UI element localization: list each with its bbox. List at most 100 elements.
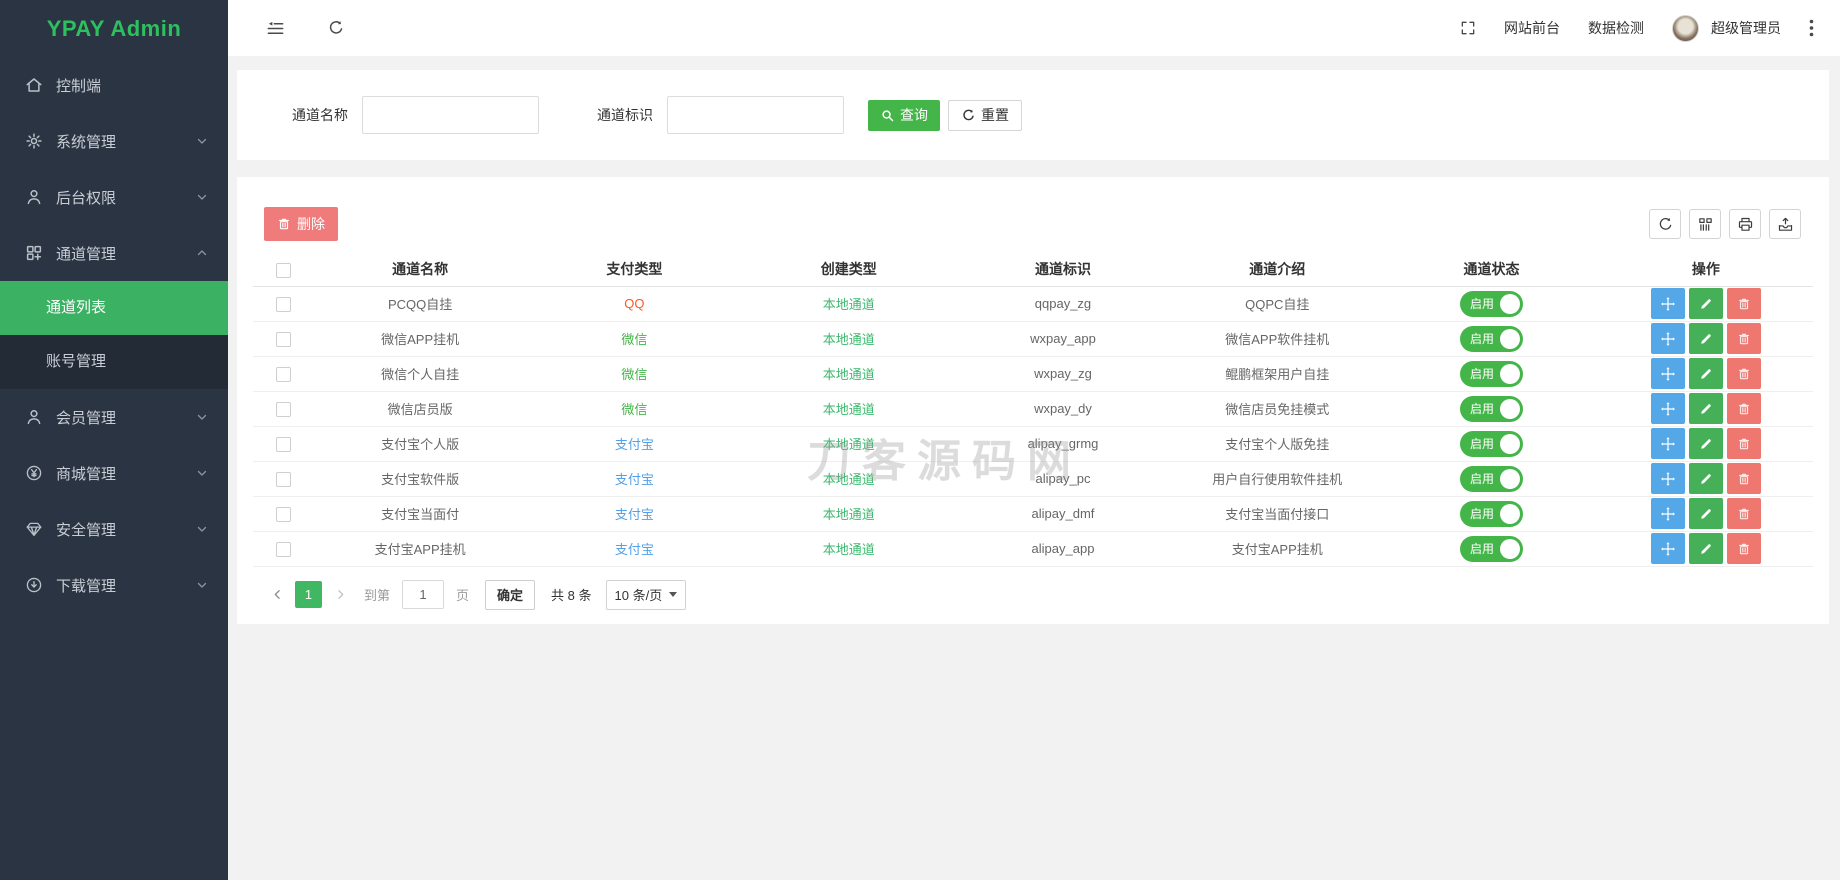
move-row-button[interactable]	[1650, 428, 1685, 459]
chevron-down-icon	[196, 523, 208, 535]
edit-row-button[interactable]	[1688, 288, 1723, 319]
move-row-button[interactable]	[1650, 323, 1685, 354]
edit-row-button[interactable]	[1688, 358, 1723, 389]
batch-delete-button[interactable]: 删除	[264, 207, 338, 241]
sidebar-item-system[interactable]: 系统管理	[0, 113, 228, 169]
move-icon	[1660, 471, 1676, 487]
edit-row-button[interactable]	[1688, 323, 1723, 354]
channel-code-cell: alipay_dmf	[955, 496, 1171, 532]
row-checkbox[interactable]	[275, 541, 291, 557]
more-menu-icon[interactable]	[1809, 19, 1814, 37]
sidebar-item-mall[interactable]: 商城管理	[0, 445, 228, 501]
sidebar-item-account-manage[interactable]: 账号管理	[0, 335, 228, 389]
trash-icon	[277, 217, 291, 231]
select-all-checkbox[interactable]	[275, 262, 291, 278]
table-columns-button[interactable]	[1689, 209, 1721, 239]
delete-row-button[interactable]	[1726, 358, 1761, 389]
reset-button[interactable]: 重置	[948, 99, 1022, 131]
pencil-icon	[1699, 367, 1713, 381]
table-toolbar: 删除	[253, 207, 1813, 241]
sidebar-item-label: 通道管理	[56, 245, 117, 263]
sidebar-item-download[interactable]: 下载管理	[0, 557, 228, 613]
table-refresh-button[interactable]	[1649, 209, 1681, 239]
total-count: 共 8 条	[551, 588, 592, 603]
move-row-button[interactable]	[1650, 463, 1685, 494]
status-toggle[interactable]: 启用	[1460, 360, 1524, 387]
goto-confirm-button[interactable]: 确定	[485, 579, 536, 610]
sidebar: YPAY Admin 控制端 系统管理 后台权限 通道管理 通道列表 账号管理 会员管理 商城…	[0, 0, 228, 880]
row-checkbox[interactable]	[275, 471, 291, 487]
sidebar-item-members[interactable]: 会员管理	[0, 389, 228, 445]
table-export-button[interactable]	[1769, 209, 1801, 239]
refresh-page-icon[interactable]	[327, 19, 345, 37]
row-checkbox[interactable]	[275, 436, 291, 452]
status-toggle[interactable]: 启用	[1460, 500, 1524, 527]
sidebar-item-admin-auth[interactable]: 后台权限	[0, 169, 228, 225]
row-checkbox[interactable]	[275, 296, 291, 312]
user-menu[interactable]: 超级管理员	[1672, 14, 1781, 42]
channel-code-cell: wxpay_zg	[955, 356, 1171, 392]
collapse-menu-icon[interactable]	[266, 19, 285, 38]
gear-icon	[24, 132, 43, 151]
topbar: 网站前台 数据检测 超级管理员	[228, 0, 1840, 56]
row-checkbox[interactable]	[275, 331, 291, 347]
delete-row-button[interactable]	[1726, 533, 1761, 564]
channel-desc-cell: 支付宝当面付接口	[1170, 496, 1385, 532]
row-checkbox[interactable]	[275, 506, 291, 522]
reset-icon	[961, 108, 976, 123]
prev-page-icon[interactable]	[267, 581, 287, 609]
edit-row-button[interactable]	[1688, 463, 1723, 494]
trash-icon	[1737, 472, 1751, 486]
column-header: 支付类型	[527, 253, 742, 287]
delete-row-button[interactable]	[1726, 323, 1761, 354]
pencil-icon	[1699, 507, 1713, 521]
row-checkbox[interactable]	[275, 366, 291, 382]
sidebar-item-security[interactable]: 安全管理	[0, 501, 228, 557]
move-row-button[interactable]	[1650, 533, 1685, 564]
channel-name-input[interactable]	[362, 96, 539, 134]
table-print-button[interactable]	[1729, 209, 1761, 239]
edit-row-button[interactable]	[1688, 533, 1723, 564]
fullscreen-icon[interactable]	[1460, 20, 1476, 36]
move-row-button[interactable]	[1650, 498, 1685, 529]
data-monitor-link[interactable]: 数据检测	[1588, 18, 1644, 38]
status-toggle[interactable]: 启用	[1460, 535, 1524, 562]
edit-row-button[interactable]	[1688, 498, 1723, 529]
status-toggle[interactable]: 启用	[1460, 430, 1524, 457]
goto-page-input[interactable]	[402, 580, 445, 609]
create-type-cell: 本地通道	[741, 461, 956, 497]
table-row: 支付宝当面付 支付宝 本地通道 alipay_dmf 支付宝当面付接口 启用	[253, 496, 1813, 532]
create-type-cell: 本地通道	[741, 391, 956, 427]
page-size-select[interactable]: 10 条/页	[605, 579, 687, 610]
site-front-link[interactable]: 网站前台	[1504, 18, 1560, 38]
delete-row-button[interactable]	[1726, 428, 1761, 459]
delete-row-button[interactable]	[1726, 463, 1761, 494]
row-checkbox[interactable]	[275, 401, 291, 417]
sidebar-item-channel-list[interactable]: 通道列表	[0, 281, 228, 335]
sidebar-item-label: 控制端	[56, 77, 102, 95]
edit-row-button[interactable]	[1688, 393, 1723, 424]
delete-row-button[interactable]	[1726, 288, 1761, 319]
next-page-icon[interactable]	[330, 581, 350, 609]
channel-desc-cell: 用户自行使用软件挂机	[1170, 461, 1385, 497]
channel-name-label: 通道名称	[292, 107, 348, 123]
sidebar-item-channel[interactable]: 通道管理	[0, 225, 228, 281]
sidebar-item-dashboard[interactable]: 控制端	[0, 57, 228, 113]
status-toggle[interactable]: 启用	[1460, 395, 1524, 422]
chevron-down-icon	[196, 191, 208, 203]
status-toggle[interactable]: 启用	[1460, 290, 1524, 317]
query-button[interactable]: 查询	[868, 99, 940, 131]
edit-row-button[interactable]	[1688, 428, 1723, 459]
table-row: 支付宝APP挂机 支付宝 本地通道 alipay_app 支付宝APP挂机 启用	[253, 531, 1813, 567]
status-toggle[interactable]: 启用	[1460, 325, 1524, 352]
move-row-button[interactable]	[1650, 288, 1685, 319]
delete-row-button[interactable]	[1726, 393, 1761, 424]
move-row-button[interactable]	[1650, 358, 1685, 389]
delete-row-button[interactable]	[1726, 498, 1761, 529]
status-toggle[interactable]: 启用	[1460, 465, 1524, 492]
channel-code-input[interactable]	[667, 96, 844, 134]
move-row-button[interactable]	[1650, 393, 1685, 424]
page-number-active[interactable]: 1	[295, 581, 322, 608]
channel-name-cell: 微信店员版	[313, 391, 528, 427]
pay-type-cell: 微信	[527, 321, 742, 357]
